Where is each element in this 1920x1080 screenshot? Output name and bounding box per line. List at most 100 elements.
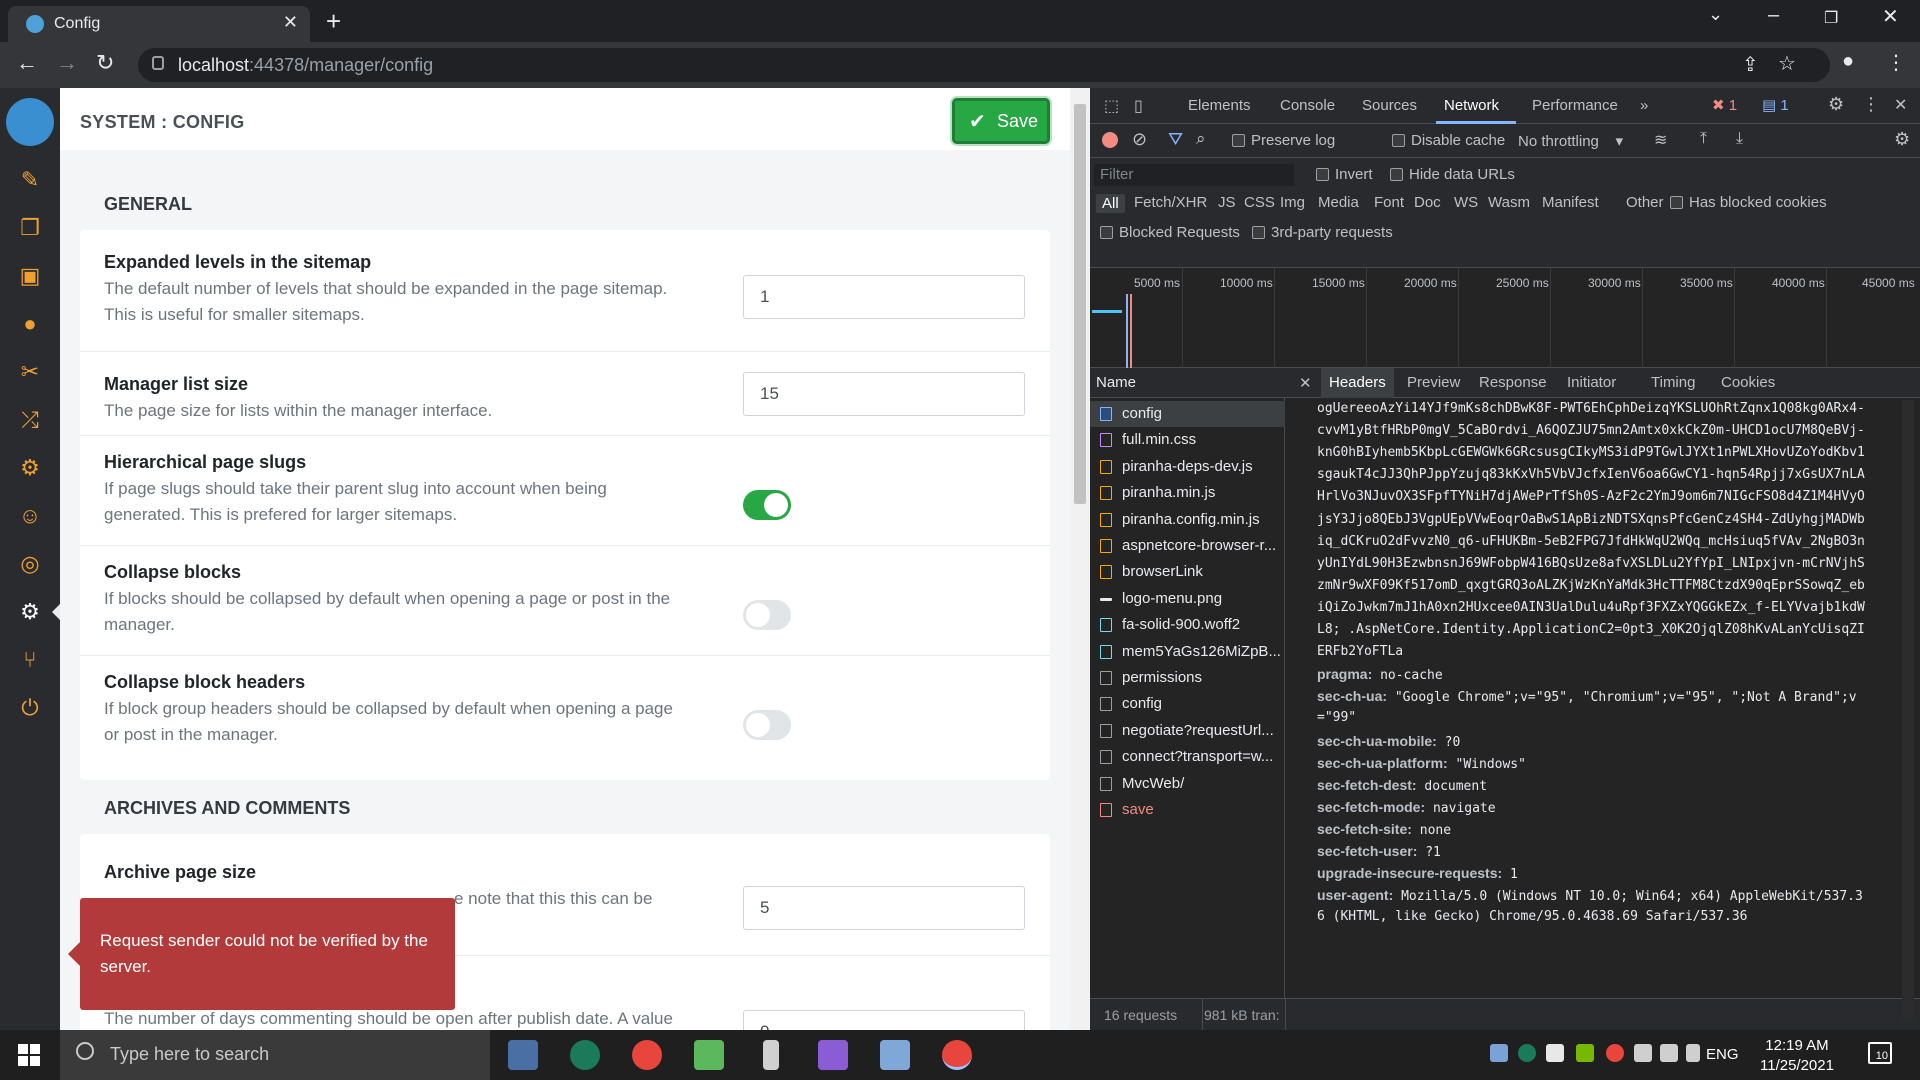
browser-tab[interactable]: Config ✕	[8, 6, 310, 42]
restore-icon[interactable]: ❐	[1824, 8, 1838, 28]
tab-elements[interactable]: Elements	[1188, 97, 1251, 114]
request-row[interactable]: connect?transport=w...	[1090, 744, 1285, 770]
comments-open-days-input[interactable]	[743, 1010, 1025, 1030]
request-row[interactable]: fa-solid-900.woff2	[1090, 612, 1285, 638]
archive-page-size-input[interactable]	[743, 886, 1025, 930]
bookmark-star-icon[interactable]: ☆	[1778, 51, 1796, 76]
error-count-badge[interactable]: ✖ 1	[1712, 96, 1737, 114]
code-branch-icon[interactable]: ⑂	[18, 648, 42, 672]
tray-shield-icon[interactable]	[1546, 1044, 1564, 1062]
blocked-requests-checkbox[interactable]: Blocked Requests	[1100, 224, 1240, 241]
taskbar-search-box[interactable]: Type here to search	[60, 1030, 490, 1080]
search-icon[interactable]: ⌕	[1196, 129, 1206, 149]
type-filter-font[interactable]: Font	[1374, 194, 1404, 211]
collapse-blocks-toggle[interactable]	[743, 600, 791, 630]
type-filter-all[interactable]: All	[1096, 194, 1125, 213]
request-row[interactable]: aspnetcore-browser-r...	[1090, 533, 1285, 559]
tray-dotnet-icon[interactable]	[1518, 1044, 1536, 1062]
network-icon[interactable]	[1660, 1044, 1678, 1062]
profile-avatar-icon[interactable]: ●	[1842, 50, 1854, 73]
expanded-levels-input[interactable]	[743, 275, 1025, 319]
tab-console[interactable]: Console	[1280, 97, 1335, 114]
close-detail-icon[interactable]: ✕	[1299, 374, 1312, 392]
request-row[interactable]: negotiate?requestUrl...	[1090, 718, 1285, 744]
inkscape-app-icon[interactable]	[763, 1040, 779, 1070]
browser-menu-icon[interactable]: ⋮	[1886, 50, 1906, 75]
manager-list-size-input[interactable]	[743, 372, 1025, 416]
request-row[interactable]: browserLink	[1090, 559, 1285, 585]
request-row[interactable]: save	[1090, 797, 1285, 823]
diagram-app-icon[interactable]	[694, 1040, 724, 1070]
save-button[interactable]: ✔ Save	[952, 98, 1050, 144]
detail-tab-response[interactable]: Response	[1479, 374, 1547, 391]
wrench-icon[interactable]: ✂	[18, 360, 42, 384]
address-bar[interactable]: localhost:44378/manager/config ⇪ ☆	[138, 48, 1830, 82]
name-column-header[interactable]: Name	[1090, 368, 1285, 398]
network-overview-timeline[interactable]: 5000 ms 10000 ms 15000 ms 20000 ms 25000…	[1090, 268, 1920, 368]
inspect-element-icon[interactable]: ⬚	[1104, 96, 1119, 116]
dotnet-app-icon[interactable]	[570, 1040, 600, 1070]
share-icon[interactable]: ⇪	[1742, 52, 1759, 77]
detail-tab-headers[interactable]: Headers	[1321, 368, 1394, 398]
volume-icon[interactable]	[1686, 1044, 1700, 1062]
type-filter-fetch[interactable]: Fetch/XHR	[1134, 194, 1207, 211]
close-tab-icon[interactable]: ✕	[283, 12, 298, 33]
devtools-settings-icon[interactable]: ⚙	[1828, 94, 1844, 115]
type-filter-media[interactable]: Media	[1318, 194, 1359, 211]
visual-studio-app-icon[interactable]	[818, 1040, 848, 1070]
back-icon[interactable]: ←	[16, 50, 38, 76]
power-off-icon[interactable]: ⏻	[18, 696, 42, 720]
message-count-badge[interactable]: ▤ 1	[1762, 96, 1789, 114]
record-icon[interactable]	[1102, 132, 1118, 148]
error-toast[interactable]: Request sender could not be verified by …	[68, 898, 455, 1010]
request-row[interactable]: logo-menu.png	[1090, 586, 1285, 612]
filter-icon[interactable]: ⛛	[1168, 129, 1183, 150]
users-icon[interactable]: ☺	[18, 504, 42, 528]
minimize-icon[interactable]: –	[1768, 4, 1779, 27]
type-filter-other[interactable]: Other	[1626, 194, 1664, 211]
request-row[interactable]: piranha.config.min.js	[1090, 507, 1285, 533]
close-devtools-icon[interactable]: ✕	[1894, 95, 1907, 115]
type-filter-doc[interactable]: Doc	[1414, 194, 1441, 211]
pencil-icon[interactable]: ✎	[18, 168, 42, 192]
export-har-icon[interactable]: ⤓	[1736, 130, 1743, 148]
preserve-log-checkbox[interactable]: Preserve log	[1232, 132, 1335, 149]
images-icon[interactable]: ▣	[18, 264, 42, 288]
cogs-icon[interactable]: ⚙	[18, 600, 42, 624]
chrome-app-icon[interactable]	[632, 1040, 662, 1070]
tray-nvidia-icon[interactable]	[1576, 1044, 1594, 1062]
forward-icon[interactable]: →	[56, 50, 78, 76]
network-settings-icon[interactable]: ⚙	[1894, 129, 1910, 150]
tab-sources[interactable]: Sources	[1362, 97, 1417, 114]
tray-chrome-icon[interactable]	[1606, 1044, 1624, 1062]
request-row[interactable]: full.min.css	[1090, 427, 1285, 453]
hierarchical-slugs-toggle[interactable]	[743, 490, 791, 520]
page-scrollbar[interactable]	[1070, 88, 1090, 1030]
tab-network[interactable]: Network	[1444, 97, 1499, 114]
chrome-active-app-icon[interactable]	[942, 1040, 972, 1070]
type-filter-css[interactable]: CSS	[1244, 194, 1275, 211]
network-conditions-icon[interactable]: ≋	[1654, 130, 1667, 150]
request-row[interactable]: piranha.min.js	[1090, 480, 1285, 506]
import-har-icon[interactable]: ⤒	[1700, 130, 1707, 148]
scrollbar-thumb[interactable]	[1074, 104, 1086, 504]
type-filter-wasm[interactable]: Wasm	[1488, 194, 1530, 211]
device-toolbar-icon[interactable]: ▯	[1134, 96, 1143, 116]
request-row[interactable]: mem5YaGs126MiZpB...	[1090, 639, 1285, 665]
detail-tab-cookies[interactable]: Cookies	[1721, 374, 1775, 391]
type-filter-ws[interactable]: WS	[1454, 194, 1478, 211]
disable-cache-checkbox[interactable]: Disable cache	[1392, 132, 1505, 149]
tray-app-icon[interactable]	[1490, 1044, 1508, 1062]
reload-icon[interactable]: ↻	[96, 50, 114, 76]
detail-tab-preview[interactable]: Preview	[1407, 374, 1460, 391]
remote-desktop-app-icon[interactable]	[508, 1040, 538, 1070]
more-tabs-icon[interactable]: »	[1640, 97, 1648, 114]
request-row[interactable]: config	[1090, 691, 1285, 717]
new-tab-icon[interactable]: +	[326, 6, 341, 37]
battery-icon[interactable]	[1634, 1044, 1652, 1062]
language-indicator[interactable]: ENG	[1706, 1046, 1739, 1063]
request-row[interactable]: MvcWeb/	[1090, 771, 1285, 797]
tab-search-chevron-icon[interactable]: ⌄	[1708, 4, 1723, 25]
devtools-menu-icon[interactable]: ⋮	[1862, 94, 1880, 115]
request-row[interactable]: permissions	[1090, 665, 1285, 691]
